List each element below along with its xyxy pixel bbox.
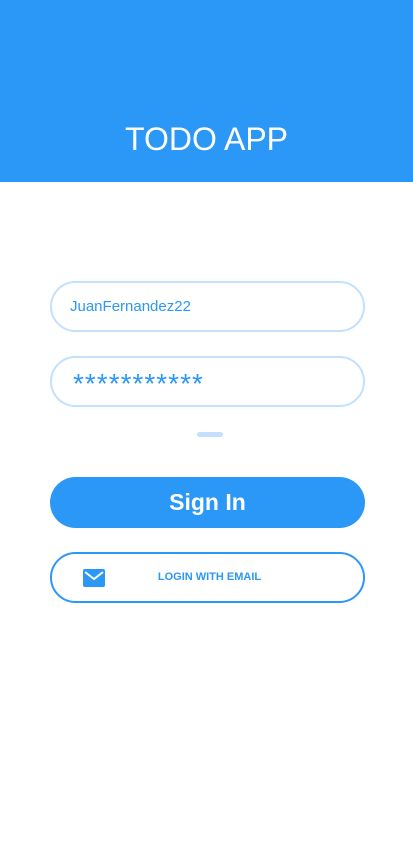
form-divider bbox=[197, 432, 223, 437]
app-title: TODO APP bbox=[124, 121, 288, 157]
app-header: TODO APP bbox=[0, 0, 413, 182]
login-with-email-button[interactable]: LOGIN WITH EMAIL bbox=[50, 552, 365, 603]
username-input[interactable] bbox=[70, 283, 340, 330]
login-with-email-label: LOGIN WITH EMAIL bbox=[157, 571, 262, 583]
password-input[interactable]: *********** bbox=[73, 367, 204, 401]
mail-icon bbox=[83, 569, 105, 587]
password-field[interactable]: *********** bbox=[50, 356, 365, 407]
username-field[interactable] bbox=[50, 281, 365, 332]
sign-in-button[interactable]: Sign In bbox=[50, 477, 365, 528]
